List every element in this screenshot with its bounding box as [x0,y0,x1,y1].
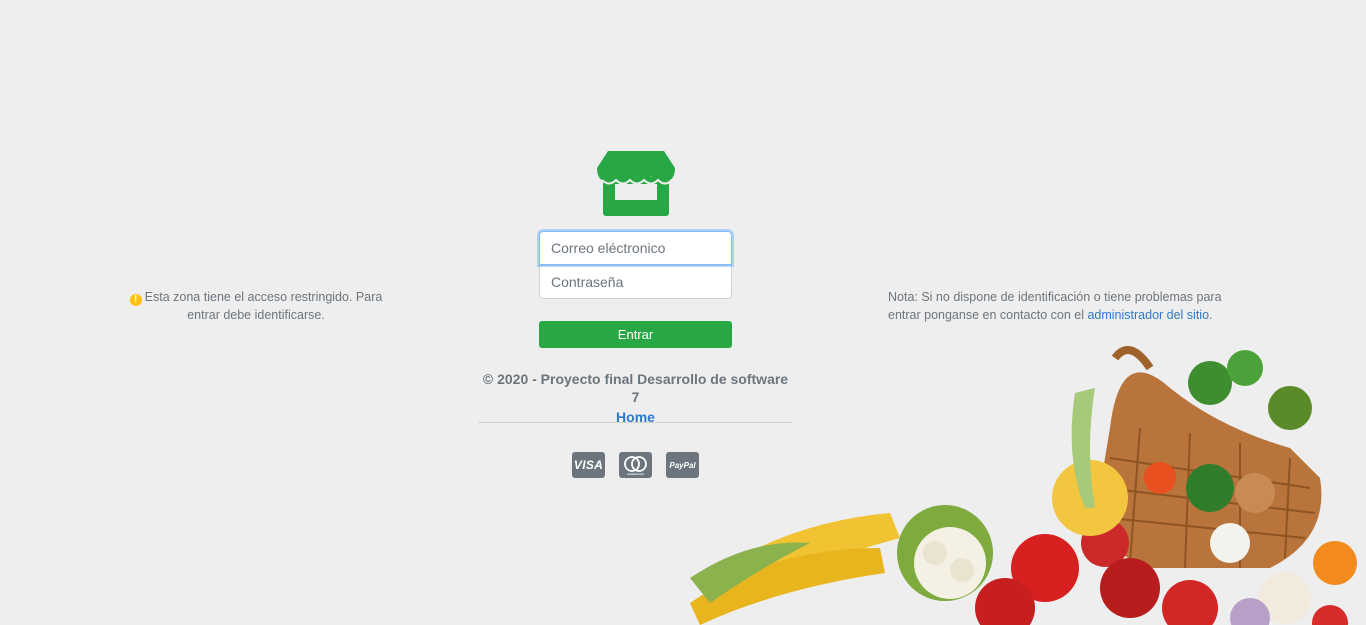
email-field[interactable] [539,231,732,265]
contact-admin-notice: Nota: Si no dispone de identificación o … [888,288,1248,324]
svg-text:mastercard: mastercard [627,472,643,476]
payment-methods: VISA mastercard PayPal [572,452,699,478]
contact-admin-suffix: . [1209,308,1213,322]
store-icon [597,151,675,216]
warning-icon: ! [129,294,142,306]
site-admin-link[interactable]: administrador del sitio [1087,308,1209,322]
visa-card-icon: VISA [572,452,605,478]
mastercard-logo: mastercard [624,456,647,476]
login-form [539,231,732,299]
vegetable-basket-image [690,346,1357,625]
restricted-access-notice: ! Esta zona tiene el acceso restringido. … [122,288,390,324]
password-field[interactable] [539,265,732,299]
restricted-access-text: Esta zona tiene el acceso restringido. P… [144,290,383,322]
mastercard-card-icon: mastercard [619,452,652,478]
